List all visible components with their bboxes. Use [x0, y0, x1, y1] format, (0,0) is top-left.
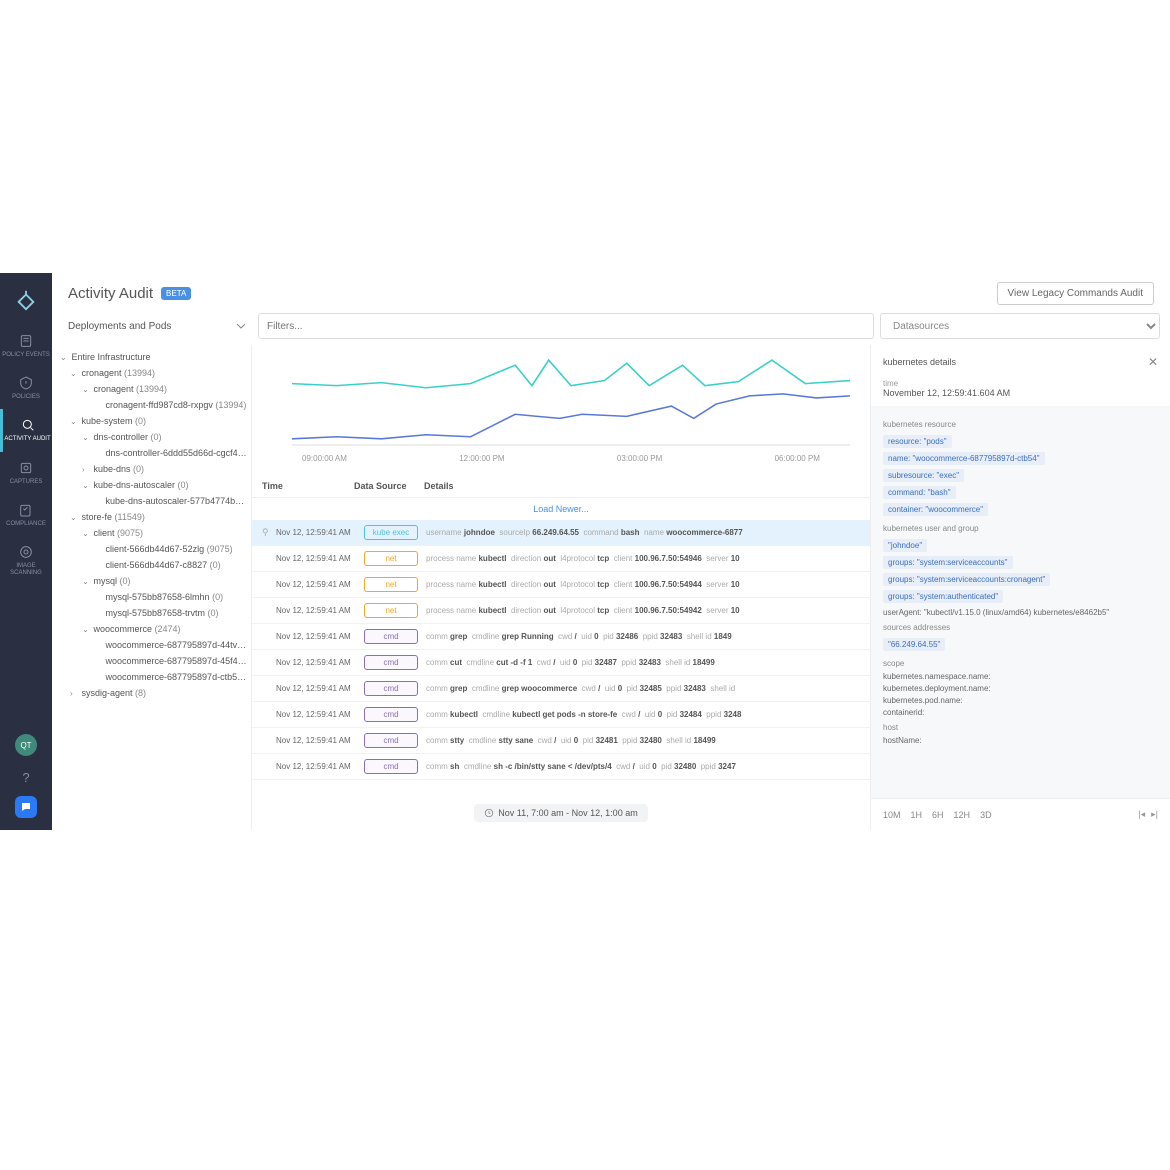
range-10M[interactable]: 10M: [883, 810, 901, 820]
detail-chip[interactable]: "66.249.64.55": [883, 638, 945, 651]
last-icon[interactable]: ▸|: [1151, 809, 1158, 820]
table-row[interactable]: Nov 12, 12:59:41 AMnetprocess name kubec…: [252, 546, 870, 572]
legacy-audit-button[interactable]: View Legacy Commands Audit: [997, 282, 1154, 305]
nav-compliance[interactable]: COMPLIANCE: [0, 494, 52, 536]
time-range-bar: Nov 11, 7:00 am - Nov 12, 1:00 am: [252, 796, 870, 830]
details-panel: kubernetes details ✕ time November 12, 1…: [870, 345, 1170, 830]
table-row[interactable]: Nov 12, 12:59:41 AMcmdcomm kubectl cmdli…: [252, 702, 870, 728]
tree-node[interactable]: › sysdig-agent (8): [56, 685, 251, 701]
chat-icon[interactable]: [15, 796, 37, 818]
table-row[interactable]: Nov 12, 12:59:41 AMcmdcomm grep cmdline …: [252, 676, 870, 702]
nav-image-scanning[interactable]: IMAGE SCANNING: [0, 536, 52, 585]
first-icon[interactable]: |◂: [1138, 809, 1145, 820]
scope-dropdown[interactable]: Deployments and Pods: [62, 313, 252, 339]
load-newer-link[interactable]: Load Newer...: [252, 498, 870, 520]
detail-chip[interactable]: container: "woocommerce": [883, 503, 988, 516]
detail-chip[interactable]: subresource: "exec": [883, 469, 964, 482]
tree-node[interactable]: ⌄ Entire Infrastructure: [56, 349, 251, 365]
tree-node[interactable]: ⌄ kube-system (0): [56, 413, 251, 429]
tree-node[interactable]: ⌄ mysql (0): [56, 573, 251, 589]
detail-chip[interactable]: groups: "system:serviceaccounts:cronagen…: [883, 573, 1050, 586]
tree-node[interactable]: woocommerce-687795897d-44tvd (1092: [56, 637, 251, 653]
detail-chip[interactable]: command: "bash": [883, 486, 956, 499]
tree-node[interactable]: mysql-575bb87658-6lmhn (0): [56, 589, 251, 605]
chevron-down-icon: [236, 321, 246, 331]
tree-node[interactable]: ⌄ cronagent (13994): [56, 381, 251, 397]
detail-chip[interactable]: "johndoe": [883, 539, 927, 552]
nav-policies[interactable]: POLICIES: [0, 367, 52, 409]
tree-node[interactable]: ⌄ woocommerce (2474): [56, 621, 251, 637]
side-nav: POLICY EVENTSPOLICIESACTIVITY AUDITCAPTU…: [0, 273, 52, 830]
tree-node[interactable]: ⌄ store-fe (11549): [56, 509, 251, 525]
table-header: Time Data Source Details: [252, 475, 870, 498]
range-12H[interactable]: 12H: [954, 810, 971, 820]
nav-captures[interactable]: CAPTURES: [0, 452, 52, 494]
event-table: ⚲Nov 12, 12:59:41 AMkube execusername jo…: [252, 520, 870, 796]
tree-node[interactable]: kube-dns-autoscaler-577b4774b5-q9ns6: [56, 493, 251, 509]
scope-tree: ⌄ Entire Infrastructure ⌄ cronagent (139…: [52, 345, 252, 830]
close-icon[interactable]: ✕: [1148, 355, 1158, 369]
panel-timestamp: November 12, 12:59:41.604 AM: [883, 388, 1158, 398]
center-pane: 09:00:00 AM12:00:00 PM03:00:00 PM06:00:0…: [252, 345, 870, 830]
beta-badge: BETA: [161, 287, 191, 300]
tree-node[interactable]: ⌄ cronagent (13994): [56, 365, 251, 381]
table-row[interactable]: Nov 12, 12:59:41 AMnetprocess name kubec…: [252, 598, 870, 624]
logo-icon: [15, 289, 37, 311]
detail-chip[interactable]: groups: "system:serviceaccounts": [883, 556, 1013, 569]
filters-input[interactable]: [258, 313, 874, 339]
range-6H[interactable]: 6H: [932, 810, 944, 820]
detail-chip[interactable]: resource: "pods": [883, 435, 952, 448]
table-row[interactable]: Nov 12, 12:59:41 AMcmdcomm cut cmdline c…: [252, 650, 870, 676]
tree-node[interactable]: client-566db44d67-52zlg (9075): [56, 541, 251, 557]
table-row[interactable]: Nov 12, 12:59:41 AMcmdcomm grep cmdline …: [252, 624, 870, 650]
filter-icon[interactable]: ⚲: [262, 527, 276, 538]
clock-icon: [484, 808, 494, 818]
tree-node[interactable]: ⌄ client (9075): [56, 525, 251, 541]
tree-node[interactable]: woocommerce-687795897d-45f46 (217: [56, 653, 251, 669]
tree-node[interactable]: ⌄ dns-controller (0): [56, 429, 251, 445]
user-avatar[interactable]: QT: [15, 734, 37, 756]
range-3D[interactable]: 3D: [980, 810, 992, 820]
nav-policy-events[interactable]: POLICY EVENTS: [0, 325, 52, 367]
table-row[interactable]: Nov 12, 12:59:41 AMcmdcomm stty cmdline …: [252, 728, 870, 754]
range-1H[interactable]: 1H: [911, 810, 923, 820]
table-row[interactable]: ⚲Nov 12, 12:59:41 AMkube execusername jo…: [252, 520, 870, 546]
table-row[interactable]: Nov 12, 12:59:41 AMnetprocess name kubec…: [252, 572, 870, 598]
tree-node[interactable]: client-566db44d67-c8827 (0): [56, 557, 251, 573]
panel-title: kubernetes details: [883, 357, 956, 367]
tree-node[interactable]: mysql-575bb87658-trvtm (0): [56, 605, 251, 621]
tree-node[interactable]: › kube-dns (0): [56, 461, 251, 477]
timeline-chart[interactable]: 09:00:00 AM12:00:00 PM03:00:00 PM06:00:0…: [252, 345, 870, 475]
help-icon[interactable]: ?: [15, 766, 37, 788]
table-row[interactable]: Nov 12, 12:59:41 AMcmdcomm sh cmdline sh…: [252, 754, 870, 780]
page-header: Activity Audit BETA View Legacy Commands…: [52, 273, 1170, 313]
datasources-select[interactable]: Datasources: [880, 313, 1160, 339]
panel-footer: 10M 1H 6H 12H 3D |◂ ▸|: [871, 798, 1170, 830]
tree-node[interactable]: cronagent-ffd987cd8-rxpgv (13994): [56, 397, 251, 413]
tree-node[interactable]: dns-controller-6ddd55d66d-cgcf4 (0): [56, 445, 251, 461]
detail-chip[interactable]: name: "woocommerce-687795897d-ctb54": [883, 452, 1045, 465]
detail-chip[interactable]: groups: "system:authenticated": [883, 590, 1003, 603]
nav-activity-audit[interactable]: ACTIVITY AUDIT: [0, 409, 52, 451]
time-range-pill[interactable]: Nov 11, 7:00 am - Nov 12, 1:00 am: [474, 804, 647, 822]
tree-node[interactable]: woocommerce-687795897d-ctb54 (116: [56, 669, 251, 685]
page-title: Activity Audit: [68, 285, 153, 302]
main: Activity Audit BETA View Legacy Commands…: [52, 273, 1170, 830]
filters-row: Deployments and Pods Datasources: [52, 313, 1170, 345]
tree-node[interactable]: ⌄ kube-dns-autoscaler (0): [56, 477, 251, 493]
